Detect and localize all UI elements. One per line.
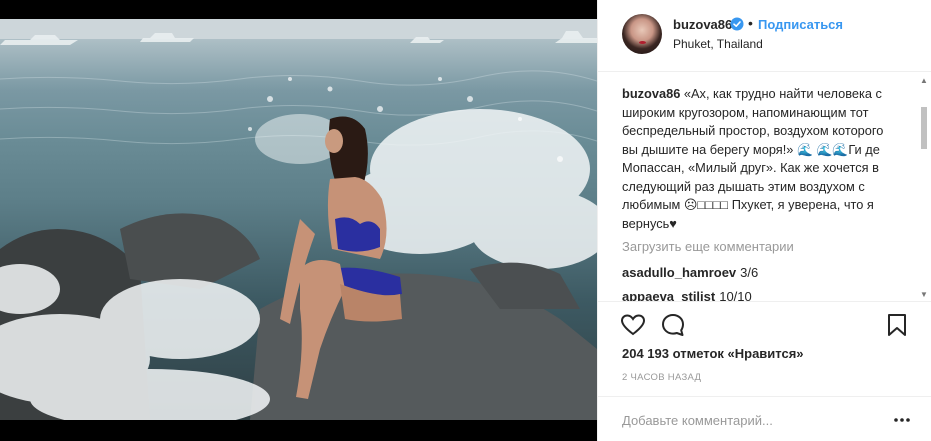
add-comment-section — [598, 396, 931, 441]
heart-icon[interactable] — [620, 312, 646, 338]
comment-row: asadullo_hamroev 3/6 — [622, 265, 758, 280]
scroll-down-arrow-icon[interactable]: ▼ — [920, 291, 928, 299]
post-actions: 204 193 отметок «Нравится» 2 ЧАСОВ НАЗАД — [598, 301, 931, 396]
verified-badge-icon — [730, 17, 744, 31]
likes-count[interactable]: 204 193 отметок «Нравится» — [622, 346, 804, 361]
post-location[interactable]: Phuket, Thailand — [673, 37, 763, 51]
comments-scrollbar[interactable]: ▲ ▼ — [920, 77, 928, 299]
photo-illustration — [0, 19, 597, 420]
bookmark-icon[interactable] — [884, 312, 910, 338]
caption-username[interactable]: buzova86 — [622, 86, 680, 101]
author-username[interactable]: buzova86 — [673, 17, 732, 32]
post-caption: buzova86 «Ах, как трудно найти человека … — [622, 85, 902, 233]
post-photo[interactable] — [0, 19, 597, 420]
caption-text: «Ах, как трудно найти человека с широким… — [622, 86, 884, 231]
post-side-panel: buzova86 • Подписаться Phuket, Thailand … — [597, 0, 931, 441]
post-header: buzova86 • Подписаться Phuket, Thailand — [598, 0, 931, 72]
avatar[interactable] — [622, 14, 662, 54]
instagram-post: buzova86 • Подписаться Phuket, Thailand … — [0, 0, 931, 441]
comment-text: 10/10 — [719, 289, 752, 301]
comment-username[interactable]: asadullo_hamroev — [622, 265, 736, 280]
ellipsis-icon[interactable] — [894, 413, 910, 427]
comment-row: appaeva_stilist 10/10 — [622, 289, 752, 301]
scroll-thumb[interactable] — [921, 107, 927, 149]
follow-button[interactable]: Подписаться — [758, 17, 843, 32]
separator-dot: • — [748, 15, 753, 31]
post-timestamp[interactable]: 2 ЧАСОВ НАЗАД — [622, 372, 701, 383]
photo-container — [0, 0, 597, 441]
comment-input[interactable] — [622, 410, 882, 430]
comments-section[interactable]: buzova86 «Ах, как трудно найти человека … — [598, 73, 931, 302]
comment-username[interactable]: appaeva_stilist — [622, 289, 715, 301]
comment-text: 3/6 — [740, 265, 759, 280]
speech-bubble-icon[interactable] — [660, 312, 686, 338]
scroll-up-arrow-icon[interactable]: ▲ — [920, 77, 928, 85]
load-more-comments-button[interactable]: Загрузить еще комментарии — [622, 239, 794, 254]
